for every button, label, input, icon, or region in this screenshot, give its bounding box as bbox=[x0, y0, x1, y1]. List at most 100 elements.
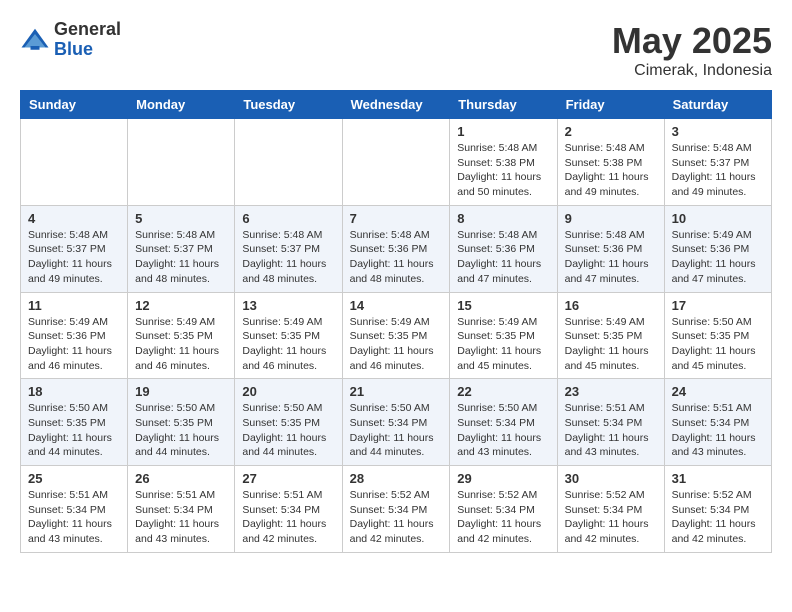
calendar-week-row: 1 Sunrise: 5:48 AM Sunset: 5:38 PM Daylig… bbox=[21, 119, 772, 206]
day-number: 22 bbox=[457, 384, 549, 399]
day-number: 8 bbox=[457, 211, 549, 226]
calendar-cell: 31 Sunrise: 5:52 AM Sunset: 5:34 PM Dayli… bbox=[664, 466, 771, 553]
calendar-header-wednesday: Wednesday bbox=[342, 91, 450, 119]
day-info: Sunrise: 5:52 AM Sunset: 5:34 PM Dayligh… bbox=[457, 488, 549, 547]
day-number: 11 bbox=[28, 298, 120, 313]
calendar-cell bbox=[128, 119, 235, 206]
day-number: 7 bbox=[350, 211, 443, 226]
calendar-cell: 25 Sunrise: 5:51 AM Sunset: 5:34 PM Dayli… bbox=[21, 466, 128, 553]
day-info: Sunrise: 5:48 AM Sunset: 5:36 PM Dayligh… bbox=[350, 228, 443, 287]
calendar-cell: 5 Sunrise: 5:48 AM Sunset: 5:37 PM Daylig… bbox=[128, 205, 235, 292]
day-info: Sunrise: 5:49 AM Sunset: 5:36 PM Dayligh… bbox=[672, 228, 764, 287]
calendar-cell: 22 Sunrise: 5:50 AM Sunset: 5:34 PM Dayli… bbox=[450, 379, 557, 466]
calendar-cell: 30Sunrise: 5:52 AM Sunset: 5:34 PM Dayli… bbox=[557, 466, 664, 553]
day-info: Sunrise: 5:52 AM Sunset: 5:34 PM Dayligh… bbox=[672, 488, 764, 547]
calendar-header-row: SundayMondayTuesdayWednesdayThursdayFrid… bbox=[21, 91, 772, 119]
calendar-header-thursday: Thursday bbox=[450, 91, 557, 119]
calendar-cell: 26Sunrise: 5:51 AM Sunset: 5:34 PM Dayli… bbox=[128, 466, 235, 553]
day-number: 5 bbox=[135, 211, 227, 226]
calendar-cell: 7 Sunrise: 5:48 AM Sunset: 5:36 PM Daylig… bbox=[342, 205, 450, 292]
day-info: Sunrise: 5:49 AM Sunset: 5:35 PM Dayligh… bbox=[457, 315, 549, 374]
day-number: 17 bbox=[672, 298, 764, 313]
day-info: Sunrise: 5:49 AM Sunset: 5:35 PM Dayligh… bbox=[242, 315, 334, 374]
day-info: Sunrise: 5:50 AM Sunset: 5:35 PM Dayligh… bbox=[135, 401, 227, 460]
logo-blue-text: Blue bbox=[54, 40, 121, 60]
day-info: Sunrise: 5:51 AM Sunset: 5:34 PM Dayligh… bbox=[28, 488, 120, 547]
calendar-header-saturday: Saturday bbox=[664, 91, 771, 119]
day-info: Sunrise: 5:48 AM Sunset: 5:37 PM Dayligh… bbox=[242, 228, 334, 287]
calendar-cell: 6 Sunrise: 5:48 AM Sunset: 5:37 PM Daylig… bbox=[235, 205, 342, 292]
day-info: Sunrise: 5:48 AM Sunset: 5:38 PM Dayligh… bbox=[457, 141, 549, 200]
day-number: 3 bbox=[672, 124, 764, 139]
logo-icon bbox=[20, 25, 50, 55]
calendar-cell: 13Sunrise: 5:49 AM Sunset: 5:35 PM Dayli… bbox=[235, 292, 342, 379]
day-number: 30 bbox=[565, 471, 657, 486]
calendar-header-friday: Friday bbox=[557, 91, 664, 119]
day-number: 26 bbox=[135, 471, 227, 486]
title-block: May 2025 Cimerak, Indonesia bbox=[612, 20, 772, 80]
calendar-cell: 28 Sunrise: 5:52 AM Sunset: 5:34 PM Dayli… bbox=[342, 466, 450, 553]
calendar-cell: 23 Sunrise: 5:51 AM Sunset: 5:34 PM Dayli… bbox=[557, 379, 664, 466]
day-info: Sunrise: 5:51 AM Sunset: 5:34 PM Dayligh… bbox=[565, 401, 657, 460]
day-number: 1 bbox=[457, 124, 549, 139]
day-number: 20 bbox=[242, 384, 334, 399]
day-number: 6 bbox=[242, 211, 334, 226]
day-number: 28 bbox=[350, 471, 443, 486]
day-number: 27 bbox=[242, 471, 334, 486]
day-info: Sunrise: 5:51 AM Sunset: 5:34 PM Dayligh… bbox=[242, 488, 334, 547]
day-info: Sunrise: 5:52 AM Sunset: 5:34 PM Dayligh… bbox=[350, 488, 443, 547]
calendar-cell bbox=[21, 119, 128, 206]
calendar-cell: 21 Sunrise: 5:50 AM Sunset: 5:34 PM Dayli… bbox=[342, 379, 450, 466]
calendar-header-sunday: Sunday bbox=[21, 91, 128, 119]
day-number: 10 bbox=[672, 211, 764, 226]
calendar-table: SundayMondayTuesdayWednesdayThursdayFrid… bbox=[20, 90, 772, 553]
month-title: May 2025 bbox=[612, 20, 772, 62]
calendar-cell bbox=[235, 119, 342, 206]
calendar-cell: 3Sunrise: 5:48 AM Sunset: 5:37 PM Daylig… bbox=[664, 119, 771, 206]
day-info: Sunrise: 5:48 AM Sunset: 5:37 PM Dayligh… bbox=[28, 228, 120, 287]
logo-text: General Blue bbox=[54, 20, 121, 60]
day-number: 2 bbox=[565, 124, 657, 139]
day-info: Sunrise: 5:50 AM Sunset: 5:34 PM Dayligh… bbox=[350, 401, 443, 460]
day-info: Sunrise: 5:50 AM Sunset: 5:35 PM Dayligh… bbox=[28, 401, 120, 460]
page-header: General Blue May 2025 Cimerak, Indonesia bbox=[20, 20, 772, 80]
day-number: 14 bbox=[350, 298, 443, 313]
day-number: 21 bbox=[350, 384, 443, 399]
calendar-cell: 29Sunrise: 5:52 AM Sunset: 5:34 PM Dayli… bbox=[450, 466, 557, 553]
day-number: 4 bbox=[28, 211, 120, 226]
calendar-cell: 17 Sunrise: 5:50 AM Sunset: 5:35 PM Dayli… bbox=[664, 292, 771, 379]
day-number: 15 bbox=[457, 298, 549, 313]
day-number: 31 bbox=[672, 471, 764, 486]
location-title: Cimerak, Indonesia bbox=[612, 62, 772, 80]
logo: General Blue bbox=[20, 20, 121, 60]
calendar-cell: 16 Sunrise: 5:49 AM Sunset: 5:35 PM Dayli… bbox=[557, 292, 664, 379]
calendar-cell: 9 Sunrise: 5:48 AM Sunset: 5:36 PM Daylig… bbox=[557, 205, 664, 292]
day-number: 16 bbox=[565, 298, 657, 313]
calendar-cell: 24Sunrise: 5:51 AM Sunset: 5:34 PM Dayli… bbox=[664, 379, 771, 466]
day-number: 12 bbox=[135, 298, 227, 313]
day-info: Sunrise: 5:50 AM Sunset: 5:34 PM Dayligh… bbox=[457, 401, 549, 460]
calendar-week-row: 11Sunrise: 5:49 AM Sunset: 5:36 PM Dayli… bbox=[21, 292, 772, 379]
day-info: Sunrise: 5:49 AM Sunset: 5:35 PM Dayligh… bbox=[565, 315, 657, 374]
day-info: Sunrise: 5:50 AM Sunset: 5:35 PM Dayligh… bbox=[242, 401, 334, 460]
calendar-header-tuesday: Tuesday bbox=[235, 91, 342, 119]
day-info: Sunrise: 5:48 AM Sunset: 5:36 PM Dayligh… bbox=[565, 228, 657, 287]
calendar-cell: 27 Sunrise: 5:51 AM Sunset: 5:34 PM Dayli… bbox=[235, 466, 342, 553]
logo-general-text: General bbox=[54, 20, 121, 40]
day-number: 9 bbox=[565, 211, 657, 226]
calendar-cell: 18Sunrise: 5:50 AM Sunset: 5:35 PM Dayli… bbox=[21, 379, 128, 466]
day-number: 25 bbox=[28, 471, 120, 486]
day-info: Sunrise: 5:48 AM Sunset: 5:38 PM Dayligh… bbox=[565, 141, 657, 200]
calendar-cell: 14Sunrise: 5:49 AM Sunset: 5:35 PM Dayli… bbox=[342, 292, 450, 379]
day-number: 23 bbox=[565, 384, 657, 399]
day-number: 19 bbox=[135, 384, 227, 399]
calendar-header-monday: Monday bbox=[128, 91, 235, 119]
day-info: Sunrise: 5:50 AM Sunset: 5:35 PM Dayligh… bbox=[672, 315, 764, 374]
calendar-cell: 1 Sunrise: 5:48 AM Sunset: 5:38 PM Daylig… bbox=[450, 119, 557, 206]
calendar-week-row: 18Sunrise: 5:50 AM Sunset: 5:35 PM Dayli… bbox=[21, 379, 772, 466]
calendar-cell: 4 Sunrise: 5:48 AM Sunset: 5:37 PM Daylig… bbox=[21, 205, 128, 292]
day-info: Sunrise: 5:48 AM Sunset: 5:36 PM Dayligh… bbox=[457, 228, 549, 287]
calendar-cell: 11Sunrise: 5:49 AM Sunset: 5:36 PM Dayli… bbox=[21, 292, 128, 379]
calendar-cell: 10 Sunrise: 5:49 AM Sunset: 5:36 PM Dayli… bbox=[664, 205, 771, 292]
day-info: Sunrise: 5:48 AM Sunset: 5:37 PM Dayligh… bbox=[135, 228, 227, 287]
